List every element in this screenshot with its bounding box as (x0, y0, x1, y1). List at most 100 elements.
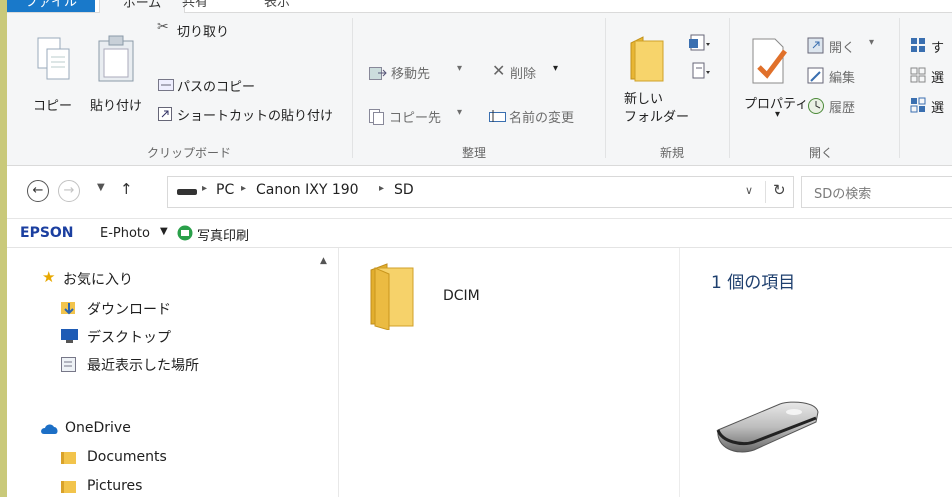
breadcrumb-camera[interactable]: Canon IXY 190 (256, 182, 359, 198)
paste-button[interactable]: 貼り付け (90, 95, 142, 114)
arrow-right-icon: → (63, 183, 75, 198)
new-folder-label-line1: 新しい (624, 92, 664, 107)
recent-places-icon (61, 357, 76, 372)
nav-item-documents[interactable]: Documents (87, 449, 167, 465)
properties-icon (752, 38, 787, 84)
folder-icon (370, 263, 414, 330)
scroll-up-arrow-icon[interactable]: ▲ (320, 256, 327, 266)
move-to-button[interactable]: 移動先 (391, 63, 430, 82)
downloads-folder-icon (61, 302, 75, 315)
removable-drive-icon (716, 401, 819, 453)
new-folder-button[interactable]: 新しい フォルダー (624, 91, 689, 127)
cut-button[interactable]: 切り取り (177, 21, 229, 40)
file-name: DCIM (443, 288, 480, 304)
up-arrow-icon[interactable]: ↑ (120, 180, 133, 198)
nav-favorites[interactable]: お気に入り (63, 269, 133, 289)
new-item-icon (689, 34, 710, 51)
star-icon: ★ (42, 268, 56, 286)
back-button[interactable]: ← (27, 180, 49, 202)
tab-file[interactable]: ファイル (7, 0, 95, 12)
new-folder-label-line2: フォルダー (624, 110, 690, 125)
ribbon-separator (352, 18, 353, 158)
delete-x-icon: ✕ (492, 61, 506, 80)
paste-icon (98, 35, 134, 82)
chevron-down-icon[interactable]: ▼ (160, 226, 168, 237)
chevron-down-icon: ▾ (869, 37, 875, 48)
invert-selection-icon (910, 97, 926, 113)
recent-locations-chevron-icon[interactable]: ▼ (97, 182, 105, 193)
tab-share[interactable]: 共有 (167, 0, 223, 12)
select-all-icon (911, 38, 925, 52)
move-to-icon (369, 67, 387, 80)
rename-icon (489, 110, 506, 122)
paste-shortcut-button[interactable]: ショートカットの貼り付け (177, 105, 333, 124)
chevron-right-icon: ▸ (379, 183, 385, 194)
photo-print-icon (177, 225, 193, 241)
epson-toolbar: EPSON E-Photo ▼ 写真印刷 (7, 219, 952, 248)
file-item[interactable]: DCIM (367, 258, 507, 338)
group-label-organize: 整理 (462, 146, 487, 160)
chevron-down-icon: ▾ (553, 63, 559, 74)
ribbon: コピー 貼り付け ✂ 切り取り パスのコピー ショートカットの貼り付け クリップ… (7, 13, 952, 166)
arrow-left-icon: ← (32, 183, 44, 198)
open-icon (807, 37, 824, 54)
open-button[interactable]: 開く (829, 37, 855, 56)
onedrive-cloud-icon (41, 424, 58, 434)
window-accent-bar (0, 0, 7, 497)
address-dropdown-chevron-icon[interactable]: ∨ (745, 184, 753, 197)
group-label-open: 開く (809, 146, 834, 160)
breadcrumb-pc[interactable]: PC (216, 182, 234, 198)
ribbon-separator (729, 18, 730, 158)
invert-selection-button[interactable]: 選 (931, 97, 944, 116)
group-label-new: 新規 (660, 146, 685, 160)
chevron-down-icon: ▾ (457, 107, 463, 118)
scissors-icon: ✂ (157, 19, 169, 35)
select-all-button[interactable]: す (931, 37, 944, 56)
delete-button[interactable]: 削除 (510, 63, 536, 82)
new-folder-icon (630, 36, 664, 82)
nav-item-desktop[interactable]: デスクトップ (87, 327, 171, 347)
drive-icon (177, 189, 197, 195)
copy-button[interactable]: コピー (33, 95, 72, 114)
address-row: ← → ▼ ↑ ▸ PC ▸ Canon IXY 190 ▸ SD ∨ ↻ SD… (7, 166, 952, 219)
folder-icon (61, 481, 76, 493)
chevron-right-icon: ▸ (241, 183, 247, 194)
copy-to-button[interactable]: コピー先 (389, 107, 441, 126)
nav-item-recent-places[interactable]: 最近表示した場所 (87, 355, 199, 375)
file-list-pane: DCIM (339, 248, 679, 497)
edit-button[interactable]: 編集 (829, 67, 855, 86)
select-none-button[interactable]: 選 (931, 67, 944, 86)
chevron-down-icon: ▾ (457, 63, 463, 74)
folder-icon (61, 452, 76, 464)
easy-access-icon (692, 62, 710, 79)
history-icon (808, 98, 824, 114)
group-label-clipboard: クリップボード (147, 146, 232, 160)
breadcrumb-sd[interactable]: SD (394, 182, 414, 198)
chevron-right-icon: ▸ (202, 183, 208, 194)
forward-button[interactable]: → (58, 180, 80, 202)
nav-item-downloads[interactable]: ダウンロード (87, 299, 171, 319)
ribbon-separator (605, 18, 606, 158)
history-button[interactable]: 履歴 (829, 97, 855, 116)
item-count: 1 個の項目 (711, 273, 796, 293)
e-photo-menu[interactable]: E-Photo (100, 226, 150, 241)
copy-path-button[interactable]: パスのコピー (177, 76, 255, 95)
refresh-icon[interactable]: ↻ (773, 181, 786, 199)
nav-item-pictures[interactable]: Pictures (87, 478, 142, 494)
rename-button[interactable]: 名前の変更 (509, 107, 574, 126)
copy-icon (37, 37, 70, 80)
address-divider (765, 181, 766, 203)
edit-icon (807, 67, 824, 84)
copy-path-icon (158, 79, 174, 91)
paste-shortcut-icon (158, 107, 172, 121)
nav-onedrive[interactable]: OneDrive (65, 420, 131, 436)
address-bar[interactable]: ▸ PC ▸ Canon IXY 190 ▸ SD ∨ ↻ (167, 176, 794, 208)
nav-scrollbar[interactable]: ▲ (314, 248, 338, 497)
photo-print-button[interactable]: 写真印刷 (197, 225, 249, 244)
desktop-icon (61, 329, 78, 343)
ribbon-separator (899, 18, 900, 158)
chevron-down-icon: ▾ (775, 109, 781, 120)
tab-view[interactable]: 表示 (247, 0, 307, 12)
search-box[interactable]: SDの検索 (801, 176, 952, 208)
search-placeholder: SDの検索 (814, 187, 872, 202)
